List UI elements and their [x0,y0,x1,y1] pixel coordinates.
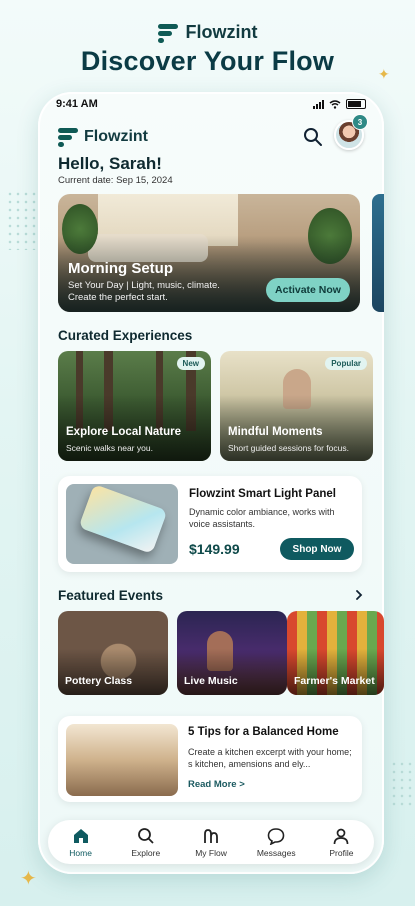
light-panel-image [78,484,168,554]
brand-header: Flowzint [0,22,415,43]
tab-label: Profile [329,847,354,858]
product-card[interactable]: Flowzint Smart Light Panel Dynamic color… [58,476,362,572]
tab-label: My Flow [195,847,227,858]
popular-badge: Popular [325,357,367,370]
greeting-title: Hello, Sarah! [58,154,162,173]
avatar[interactable]: 3 [334,114,368,150]
status-bar: 9:41 AM [56,98,366,110]
tab-home[interactable]: Home [48,820,113,864]
brand-name: Flowzint [185,22,258,42]
activate-now-button[interactable]: Activate Now [266,278,350,302]
home-icon [73,828,88,843]
card-title: Explore Local Nature [66,426,182,438]
article-description: Create a kitchen excerpt with your home;… [188,747,352,769]
event-card-music[interactable]: Live Music [177,611,287,695]
next-hero-card-peek[interactable] [372,194,384,312]
article-card[interactable]: 5 Tips for a Balanced Home Create a kitc… [58,716,362,802]
search-icon[interactable] [302,126,324,148]
decorative-dots [6,190,36,250]
signal-icon [313,99,324,109]
flowzint-logo-icon [157,23,178,43]
notification-badge: 3 [352,114,368,130]
event-label: Farmer's Market [294,675,375,687]
hero-subtitle-line1: Set Your Day | Light, music, climate. [68,280,220,291]
app-header: Flowzint 3 [58,114,368,150]
wifi-icon [329,99,341,109]
search-icon [137,827,154,844]
flow-icon [204,828,218,843]
article-title: 5 Tips for a Balanced Home [188,726,339,738]
experience-card-nature[interactable]: New Explore Local Nature Scenic walks ne… [58,351,211,461]
card-subtitle: Short guided sessions for focus. [228,443,349,453]
tab-explore[interactable]: Explore [113,820,178,864]
tab-messages[interactable]: Messages [244,820,309,864]
tab-label: Messages [256,847,296,858]
hero-subtitle-line2: Create the perfect start. [68,292,168,303]
events-section-title: Featured Events [58,588,164,603]
chevron-right-icon[interactable] [354,590,364,600]
product-description: Dynamic color ambiance, works with voice… [189,507,335,529]
new-badge: New [176,357,205,370]
status-icons [313,98,366,110]
shop-now-button[interactable]: Shop Now [280,538,354,560]
event-label: Live Music [184,675,238,687]
user-icon [334,828,349,844]
event-card-market[interactable]: Farmer's Market [287,611,384,695]
event-label: Pottery Class [65,675,133,687]
experience-card-mindful[interactable]: Popular Mindful Moments Short guided ses… [220,351,373,461]
product-image [66,484,178,564]
current-date: Current date: Sep 15, 2024 [58,175,173,186]
card-title: Mindful Moments [228,426,323,438]
sparkle-icon: ✦ [20,868,37,890]
chat-icon [267,827,285,845]
product-price: $149.99 [189,541,240,557]
product-title: Flowzint Smart Light Panel [189,488,336,500]
tab-label: Home [69,847,92,858]
flowzint-logo-icon [58,127,78,147]
status-time: 9:41 AM [56,98,98,110]
phone-frame: 9:41 AM Flowzint 3 Hello, Sarah! Current… [38,92,384,874]
kitchen-image [66,724,178,796]
decorative-dots [390,760,415,810]
battery-icon [346,99,366,109]
app-name: Flowzint [84,128,148,145]
bottom-tab-bar: Home Explore My Flow Messages Profile [48,820,374,864]
card-subtitle: Scenic walks near you. [66,443,153,453]
tab-my-flow[interactable]: My Flow [178,820,243,864]
tab-label: Explore [131,847,161,858]
tab-profile[interactable]: Profile [309,820,374,864]
sparkle-icon: ✦ [378,66,390,82]
morning-setup-card[interactable]: Morning Setup Set Your Day | Light, musi… [58,194,360,312]
curated-section-title: Curated Experiences [58,328,193,343]
page-headline: Discover Your Flow [80,46,335,76]
event-card-pottery[interactable]: Pottery Class [58,611,168,695]
read-more-link[interactable]: Read More > [188,779,245,790]
hero-subtitle: Set Your Day | Light, music, climate. Cr… [68,280,238,304]
hero-title: Morning Setup [68,260,173,277]
